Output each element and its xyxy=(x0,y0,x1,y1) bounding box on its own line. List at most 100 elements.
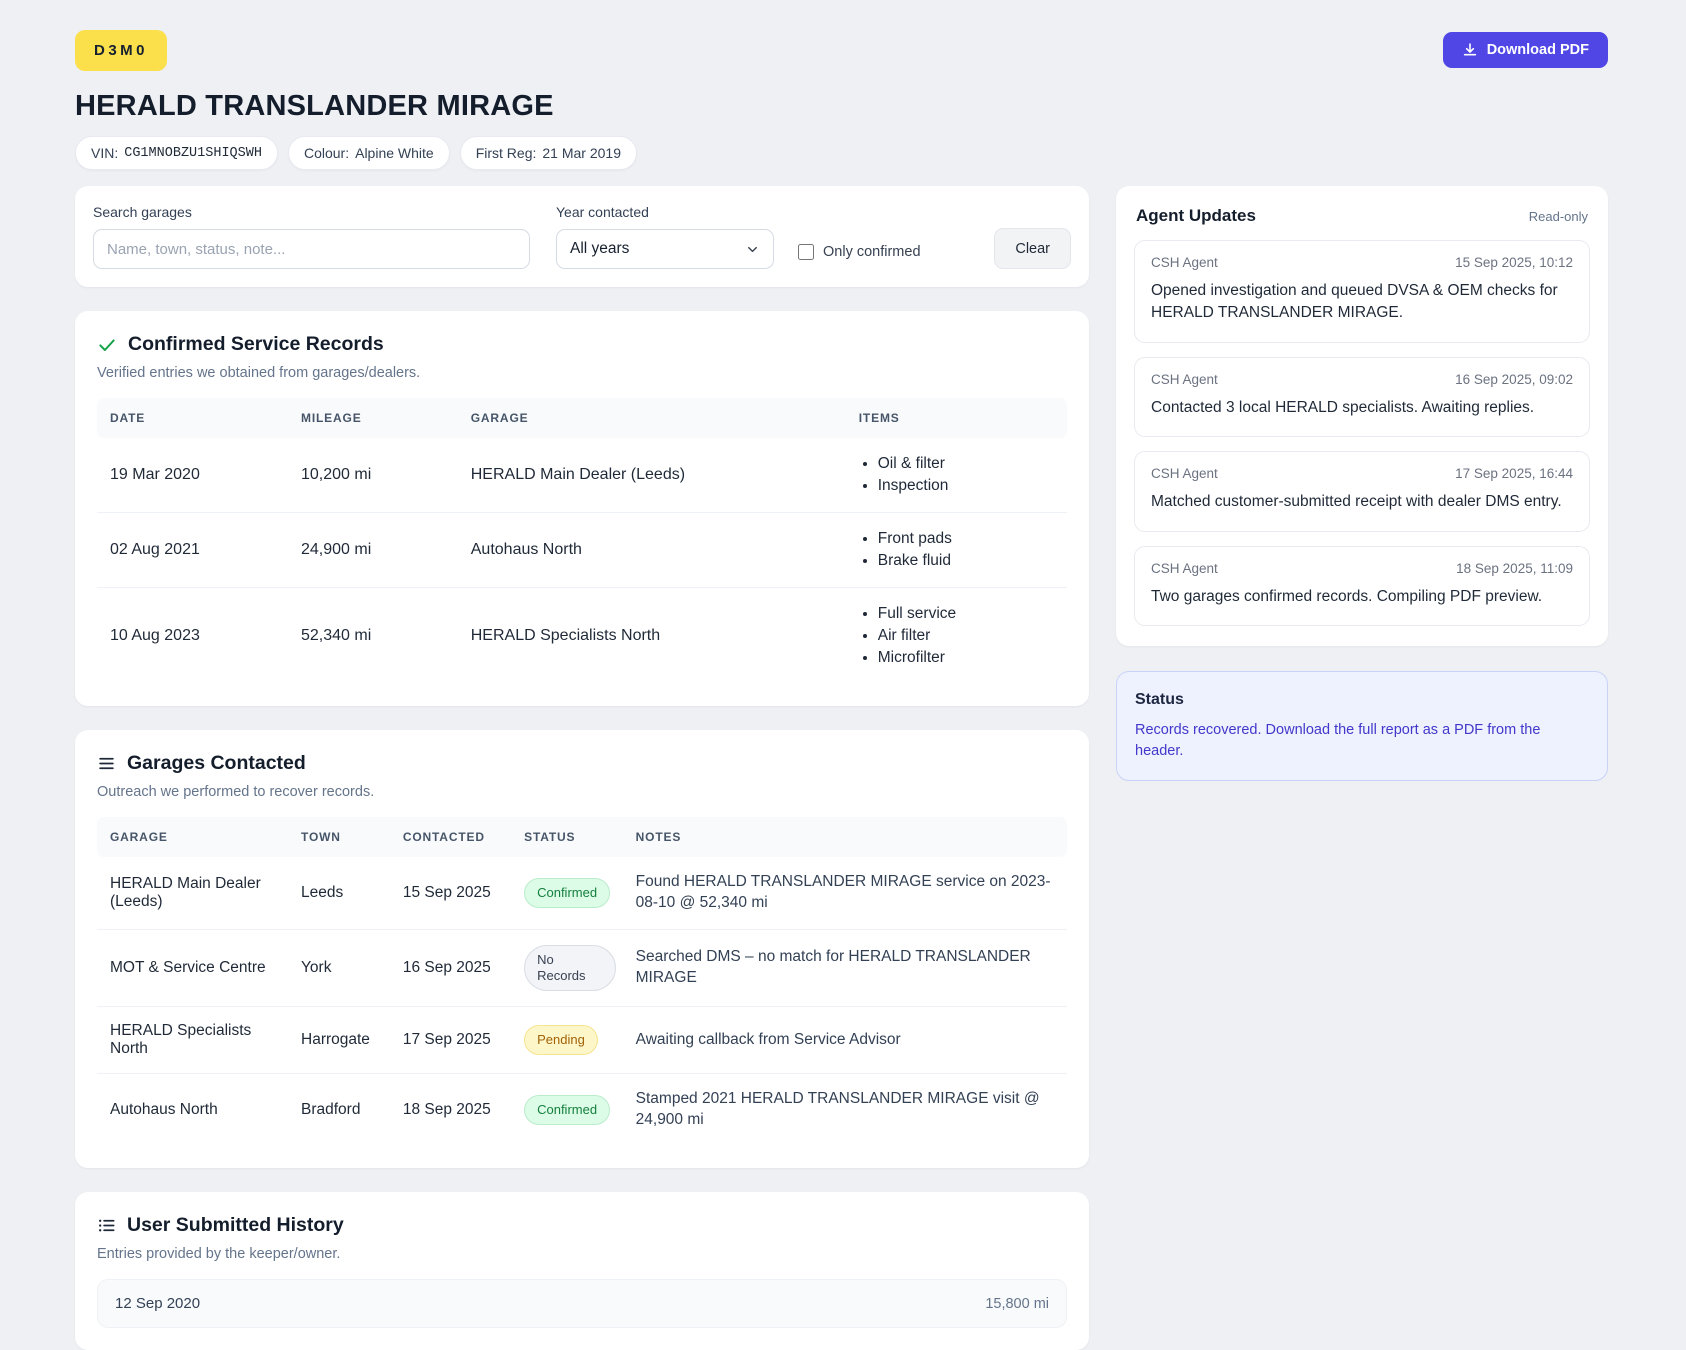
record-date: 19 Mar 2020 xyxy=(110,466,200,483)
agent-message-text: Contacted 3 local HERALD specialists. Aw… xyxy=(1151,398,1535,416)
record-mileage: 24,900 mi xyxy=(291,512,461,588)
col-garage: Garage xyxy=(460,398,849,438)
contact-garage: Autohaus North xyxy=(97,1073,291,1147)
agent-author: CSH Agent xyxy=(1151,466,1218,482)
contact-date: 16 Sep 2025 xyxy=(392,928,515,1007)
user-history-card: User Submitted History Entries provided … xyxy=(75,1192,1089,1350)
record-item: Air filter xyxy=(878,625,1057,647)
contact-notes: Stamped 2021 HERALD TRANSLANDER MIRAGE v… xyxy=(625,1073,1067,1147)
agent-timestamp: 15 Sep 2025, 10:12 xyxy=(1455,255,1573,270)
garages-contacted-subtitle: Outreach we performed to recover records… xyxy=(97,784,375,800)
contact-garage: HERALD Specialists North xyxy=(97,1006,291,1074)
user-history-row: 12 Sep 2020 15,800 mi xyxy=(97,1279,1067,1329)
agent-message: CSH Agent 17 Sep 2025, 16:44 Matched custo… xyxy=(1134,451,1590,532)
col-mileage: Mileage xyxy=(291,398,461,438)
only-confirmed-checkbox-group[interactable]: Only confirmed xyxy=(798,244,921,260)
vin-value: CG1MNOBZU1SHIQSWH xyxy=(124,145,262,161)
menu-lines-icon xyxy=(97,754,116,773)
user-history-subtitle: Entries provided by the keeper/owner. xyxy=(97,1246,341,1263)
record-garage: HERALD Specialists North xyxy=(460,587,849,684)
agent-message: CSH Agent 15 Sep 2025, 10:12 Opened invest… xyxy=(1134,240,1590,343)
status-badge: Pending xyxy=(524,1025,598,1056)
agent-updates-title: Agent Updates xyxy=(1136,206,1256,225)
record-date: 02 Aug 2021 xyxy=(97,512,291,588)
record-items-list: Oil & filterInspection xyxy=(859,453,1057,497)
agent-message-header: CSH Agent 15 Sep 2025, 10:12 xyxy=(1151,255,1573,270)
contact-notes: Found HERALD TRANSLANDER MIRAGE service … xyxy=(635,873,1051,911)
year-contacted-label: Year contacted xyxy=(556,204,649,220)
year-field-group: Year contacted All years xyxy=(556,204,774,269)
search-field-group: Search garages xyxy=(93,204,530,269)
record-garage: HERALD Main Dealer (Leeds) xyxy=(470,466,686,483)
contact-status-cell: Pending xyxy=(514,1006,626,1074)
colour-chip: Colour: Alpine White xyxy=(287,136,450,170)
only-confirmed-checkbox[interactable] xyxy=(798,244,814,260)
record-item: Full service xyxy=(878,603,1057,625)
filters-card: Search garages Year contacted All years xyxy=(75,186,1089,287)
agent-message-header: CSH Agent 18 Sep 2025, 11:09 xyxy=(1151,561,1573,576)
only-confirmed-label: Only confirmed xyxy=(823,244,921,260)
col-contacted: Contacted xyxy=(392,817,515,857)
agent-updates-card: Agent Updates Read-only CSH Agent 15 Sep … xyxy=(1116,186,1608,647)
chevron-down-icon xyxy=(745,242,760,257)
status-title: Status xyxy=(1135,691,1184,709)
service-record-row: 02 Aug 202124,900 miAutohaus NorthFront … xyxy=(97,512,1067,588)
confirmed-records-title: Confirmed Service Records xyxy=(128,333,384,355)
agent-timestamp: 17 Sep 2025, 16:44 xyxy=(1455,466,1573,482)
demo-badge: D3M0 xyxy=(75,30,168,71)
status-badge: No Records xyxy=(524,944,616,992)
agent-message-header: CSH Agent 17 Sep 2025, 16:44 xyxy=(1151,466,1573,481)
user-history-list: 12 Sep 2020 15,800 mi xyxy=(97,1279,1067,1329)
year-select-value: All years xyxy=(570,240,630,257)
record-mileage: 52,340 mi xyxy=(291,587,461,684)
main-column: Search garages Year contacted All years xyxy=(75,186,1089,1350)
agent-message-text: Matched customer-submitted receipt with … xyxy=(1151,493,1562,511)
list-icon xyxy=(97,1216,116,1235)
garage-contact-row: Autohaus North Bradford 18 Sep 2025 Confirm… xyxy=(97,1073,1067,1147)
vin-chip: VIN: CG1MNOBZU1SHIQSWH xyxy=(75,136,278,170)
page-title: HERALD TRANSLANDER MIRAGE xyxy=(75,90,554,122)
confirmed-records-body: 19 Mar 2020 10,200 mi HERALD Main Dealer (… xyxy=(97,438,1067,684)
clear-filters-button[interactable]: Clear xyxy=(994,228,1071,269)
record-item: Brake fluid xyxy=(878,550,1057,572)
first-reg-chip: First Reg: 21 Mar 2019 xyxy=(459,136,637,170)
agent-message-header: CSH Agent 16 Sep 2025, 09:02 xyxy=(1151,372,1573,387)
page-header: D3M0 Download PDF xyxy=(75,30,1608,71)
record-items: Front padsBrake fluid xyxy=(848,512,1067,588)
vehicle-chips: VIN: CG1MNOBZU1SHIQSWH Colour: Alpine Wh… xyxy=(75,136,1608,170)
agent-author: CSH Agent xyxy=(1151,560,1218,576)
contact-status-cell: No Records xyxy=(514,928,626,1007)
service-record-row: 10 Aug 2023 52,340 mi HERALD Specialists N… xyxy=(97,587,1067,684)
agent-message: CSH Agent 16 Sep 2025, 09:02 Contacted 3 l… xyxy=(1134,356,1590,438)
agent-messages-list: CSH Agent 15 Sep 2025, 10:12 Opened invest… xyxy=(1134,240,1590,627)
agent-message-text: Opened investigation and queued DVSA & O… xyxy=(1151,282,1558,322)
garage-contact-row: HERALD Specialists North Harrogate 17 Sep … xyxy=(97,1006,1067,1074)
contact-town: Leeds xyxy=(301,883,344,901)
record-items: Full serviceAir filterMicrofilter xyxy=(848,587,1067,684)
status-card: Status Records recovered. Download the f… xyxy=(1116,671,1608,781)
vin-label: VIN: xyxy=(91,145,119,161)
year-select[interactable]: All years xyxy=(556,229,774,269)
status-text: Records recovered. Download the full rep… xyxy=(1135,722,1541,759)
user-history-title: User Submitted History xyxy=(127,1214,344,1237)
agent-author: CSH Agent xyxy=(1151,255,1218,270)
col-notes: Notes xyxy=(625,817,1067,857)
record-item: Microfilter xyxy=(878,647,1057,669)
confirmed-records-subtitle: Verified entries we obtained from garage… xyxy=(97,365,421,381)
garages-contacted-body: HERALD Main Dealer (Leeds) Leeds 15 Sep 20… xyxy=(97,857,1067,1147)
record-items-list: Full serviceAir filterMicrofilter xyxy=(859,603,1057,669)
download-pdf-label: Download PDF xyxy=(1486,42,1589,58)
check-icon xyxy=(97,335,117,355)
colour-label: Colour: xyxy=(303,145,350,161)
first-reg-label: First Reg: xyxy=(475,145,537,161)
confirmed-records-card: Confirmed Service Records Verified entri… xyxy=(75,311,1089,706)
first-reg-value: 21 Mar 2019 xyxy=(542,145,621,161)
col-garage: Garage xyxy=(97,817,291,857)
colour-value: Alpine White xyxy=(355,145,434,161)
confirmed-records-table: Date Mileage Garage Items 19 Mar 2020 10,… xyxy=(97,398,1067,684)
download-pdf-button[interactable]: Download PDF xyxy=(1442,32,1608,68)
contact-notes: Searched DMS – no match for HERALD TRANS… xyxy=(625,928,1067,1007)
record-items: Oil & filterInspection xyxy=(849,438,1067,513)
garage-contact-row: HERALD Main Dealer (Leeds) Leeds 15 Sep 20… xyxy=(97,857,1067,929)
search-input[interactable] xyxy=(93,229,530,269)
